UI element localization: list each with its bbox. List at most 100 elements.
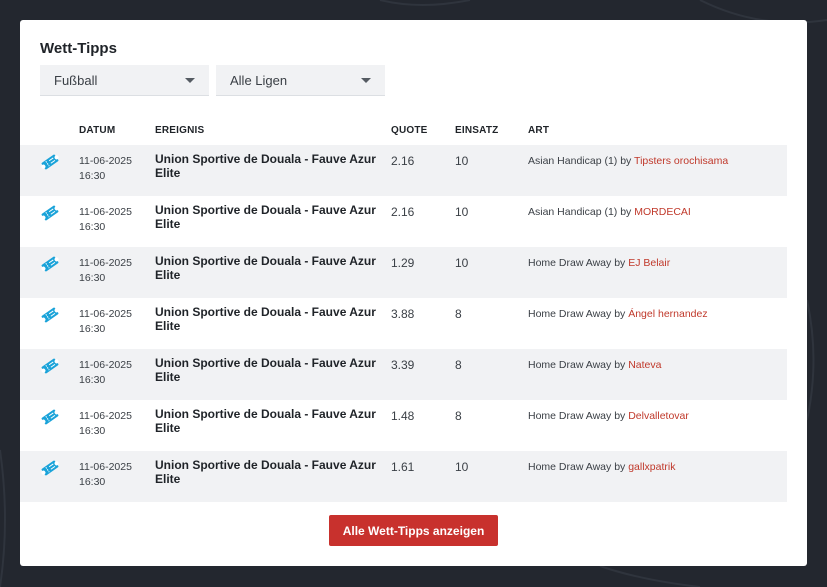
tip-odds: 3.88 — [391, 307, 415, 321]
tip-event-link[interactable]: Union Sportive de Douala - Fauve Azur El… — [155, 305, 380, 333]
tip-event-link[interactable]: Union Sportive de Douala - Fauve Azur El… — [155, 458, 380, 486]
sport-select-value: Fußball — [54, 73, 98, 88]
tip-bet-type: Home Draw Away by Nateva — [528, 359, 661, 371]
by-label: by — [614, 308, 626, 320]
tip-bet-type: Home Draw Away by Delvalletovar — [528, 410, 689, 422]
tip-odds: 2.16 — [391, 154, 415, 168]
by-label: by — [614, 410, 626, 422]
tip-event-link[interactable]: Union Sportive de Douala - Fauve Azur El… — [155, 203, 380, 231]
tip-date: 11-06-2025 — [79, 308, 132, 320]
tip-datetime: 11-06-2025 16:30 — [79, 154, 132, 184]
ticket-icon[interactable] — [40, 306, 60, 324]
tip-time: 16:30 — [79, 374, 106, 386]
tip-bet-type: Asian Handicap (1) by MORDECAI — [528, 206, 691, 218]
tipster-link[interactable]: EJ Belair — [628, 257, 670, 269]
bet-type-label: Asian Handicap (1) — [528, 155, 618, 167]
tip-stake: 8 — [455, 307, 462, 321]
tip-odds: 2.16 — [391, 205, 415, 219]
tipster-link[interactable]: Ángel hernandez — [628, 308, 707, 320]
header-odds: QUOTE — [391, 125, 428, 136]
tip-datetime: 11-06-2025 16:30 — [79, 205, 132, 235]
tip-date: 11-06-2025 — [79, 155, 132, 167]
by-label: by — [614, 359, 626, 371]
header-event: EREIGNIS — [155, 125, 205, 136]
tipster-link[interactable]: MORDECAI — [634, 206, 691, 218]
tip-datetime: 11-06-2025 16:30 — [79, 409, 132, 439]
ticket-icon[interactable] — [40, 255, 60, 273]
table-row: 11-06-2025 16:30 Union Sportive de Douala … — [20, 196, 787, 247]
league-select[interactable]: Alle Ligen — [216, 65, 385, 96]
tip-stake: 10 — [455, 154, 469, 168]
table-row: 11-06-2025 16:30 Union Sportive de Douala … — [20, 145, 787, 196]
tip-stake: 10 — [455, 205, 469, 219]
tip-stake: 8 — [455, 409, 462, 423]
caret-down-icon — [361, 78, 371, 83]
header-stake: EINSATZ — [455, 125, 499, 136]
tip-date: 11-06-2025 — [79, 359, 132, 371]
tip-datetime: 11-06-2025 16:30 — [79, 256, 132, 286]
tip-time: 16:30 — [79, 170, 106, 182]
tip-time: 16:30 — [79, 272, 106, 284]
ticket-icon[interactable] — [40, 153, 60, 171]
tip-bet-type: Home Draw Away by EJ Belair — [528, 257, 670, 269]
table-row: 11-06-2025 16:30 Union Sportive de Douala … — [20, 298, 787, 349]
tip-event-link[interactable]: Union Sportive de Douala - Fauve Azur El… — [155, 407, 380, 435]
caret-down-icon — [185, 78, 195, 83]
bet-type-label: Home Draw Away — [528, 359, 612, 371]
tip-date: 11-06-2025 — [79, 206, 132, 218]
bet-type-label: Home Draw Away — [528, 461, 612, 473]
ticket-icon[interactable] — [40, 459, 60, 477]
tip-datetime: 11-06-2025 16:30 — [79, 460, 132, 490]
widget-title: Wett-Tipps — [40, 40, 117, 57]
tip-stake: 8 — [455, 358, 462, 372]
tips-table-body: 11-06-2025 16:30 Union Sportive de Douala … — [20, 145, 807, 502]
bet-type-label: Home Draw Away — [528, 257, 612, 269]
tip-bet-type: Home Draw Away by gallxpatrik — [528, 461, 675, 473]
tip-datetime: 11-06-2025 16:30 — [79, 358, 132, 388]
tip-stake: 10 — [455, 256, 469, 270]
header-date: DATUM — [79, 125, 116, 136]
ticket-icon[interactable] — [40, 204, 60, 222]
by-label: by — [614, 257, 626, 269]
bet-type-label: Home Draw Away — [528, 308, 612, 320]
bet-tips-widget: Wett-Tipps Fußball Alle Ligen DATUM EREI… — [20, 20, 807, 566]
tipster-link[interactable]: Tipsters orochisama — [634, 155, 728, 167]
tipster-link[interactable]: gallxpatrik — [628, 461, 675, 473]
tip-date: 11-06-2025 — [79, 410, 132, 422]
table-row: 11-06-2025 16:30 Union Sportive de Douala … — [20, 247, 787, 298]
tip-event-link[interactable]: Union Sportive de Douala - Fauve Azur El… — [155, 356, 380, 384]
tip-time: 16:30 — [79, 323, 106, 335]
by-label: by — [614, 461, 626, 473]
tip-odds: 1.48 — [391, 409, 415, 423]
tip-datetime: 11-06-2025 16:30 — [79, 307, 132, 337]
bet-type-label: Home Draw Away — [528, 410, 612, 422]
tip-odds: 1.29 — [391, 256, 415, 270]
table-row: 11-06-2025 16:30 Union Sportive de Douala … — [20, 400, 787, 451]
tip-odds: 3.39 — [391, 358, 415, 372]
tipster-link[interactable]: Delvalletovar — [628, 410, 689, 422]
tip-bet-type: Asian Handicap (1) by Tipsters orochisam… — [528, 155, 728, 167]
sport-select[interactable]: Fußball — [40, 65, 209, 96]
by-label: by — [620, 206, 632, 218]
ticket-icon[interactable] — [40, 408, 60, 426]
by-label: by — [620, 155, 632, 167]
tipster-link[interactable]: Nateva — [628, 359, 661, 371]
tip-stake: 10 — [455, 460, 469, 474]
tip-date: 11-06-2025 — [79, 461, 132, 473]
table-row: 11-06-2025 16:30 Union Sportive de Douala … — [20, 451, 787, 502]
show-all-tips-button[interactable]: Alle Wett-Tipps anzeigen — [329, 515, 498, 546]
header-type: ART — [528, 125, 550, 136]
ticket-icon[interactable] — [40, 357, 60, 375]
tip-time: 16:30 — [79, 221, 106, 233]
table-row: 11-06-2025 16:30 Union Sportive de Douala … — [20, 349, 787, 400]
tip-bet-type: Home Draw Away by Ángel hernandez — [528, 308, 708, 320]
tip-event-link[interactable]: Union Sportive de Douala - Fauve Azur El… — [155, 254, 380, 282]
tip-time: 16:30 — [79, 425, 106, 437]
league-select-value: Alle Ligen — [230, 73, 288, 88]
table-header: DATUM EREIGNIS QUOTE EINSATZ ART — [20, 125, 807, 145]
bet-type-label: Asian Handicap (1) — [528, 206, 618, 218]
tip-event-link[interactable]: Union Sportive de Douala - Fauve Azur El… — [155, 152, 380, 180]
tip-time: 16:30 — [79, 476, 106, 488]
tip-odds: 1.61 — [391, 460, 415, 474]
tip-date: 11-06-2025 — [79, 257, 132, 269]
